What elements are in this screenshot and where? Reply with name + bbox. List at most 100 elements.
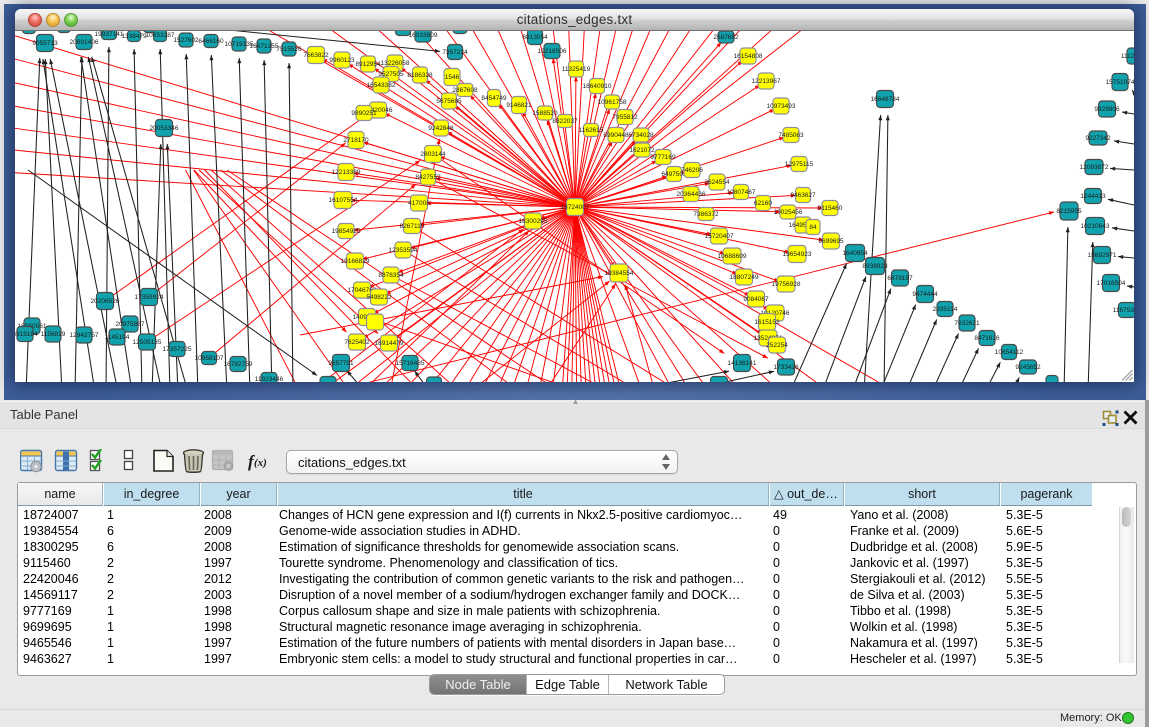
svg-text:1145194: 1145194 [105, 334, 130, 341]
svg-text:19166829: 19166829 [341, 258, 370, 265]
svg-text:8186328: 8186328 [407, 72, 433, 79]
svg-text:9227342: 9227342 [1085, 135, 1111, 142]
svg-text:1244413: 1244413 [1080, 193, 1106, 200]
svg-text:9463627: 9463627 [790, 192, 816, 199]
svg-text:15720407: 15720407 [705, 233, 734, 240]
svg-text:7955812: 7955812 [612, 114, 638, 121]
svg-text:19654923: 19654923 [783, 251, 812, 258]
svg-text:3915184: 3915184 [15, 331, 38, 338]
svg-text:9960123: 9960123 [329, 57, 355, 64]
svg-text:9890251: 9890251 [351, 110, 377, 117]
svg-text:3624554: 3624554 [704, 179, 730, 186]
svg-text:16154808: 16154808 [734, 53, 763, 60]
svg-text:8427552: 8427552 [415, 174, 441, 181]
svg-text:10961758: 10961758 [598, 99, 627, 106]
svg-text:2803144: 2803144 [420, 151, 446, 158]
svg-text:12942757: 12942757 [70, 332, 99, 339]
svg-text:19854925: 19854925 [332, 228, 361, 235]
svg-text:19384554: 19384554 [605, 270, 634, 277]
svg-text:11675335: 11675335 [1113, 307, 1134, 314]
svg-text:1156819: 1156819 [41, 331, 66, 338]
svg-text:1615152: 1615152 [754, 319, 780, 326]
svg-text:17016504: 17016504 [1097, 280, 1126, 287]
svg-text:16782759: 16782759 [224, 361, 253, 368]
svg-text:(x): (x) [254, 457, 267, 469]
svg-text:12505135: 12505135 [133, 339, 162, 346]
svg-text:19937141: 19937141 [95, 31, 124, 38]
svg-text:18300295: 18300295 [519, 218, 548, 225]
svg-text:8215955: 8215955 [1056, 208, 1082, 215]
svg-text:16914479: 16914479 [375, 340, 404, 347]
svg-text:9329906: 9329906 [1094, 106, 1120, 113]
svg-text:1112307: 1112307 [1121, 53, 1134, 60]
svg-text:15692971: 15692971 [1088, 252, 1117, 259]
svg-text:7386372: 7386372 [693, 211, 719, 218]
svg-text:7515526: 7515526 [276, 46, 302, 53]
svg-text:11325419: 11325419 [562, 66, 591, 73]
svg-text:8938923: 8938923 [862, 263, 888, 270]
svg-text:5498222: 5498222 [366, 294, 392, 301]
svg-text:18724007: 18724007 [561, 204, 590, 211]
svg-text:19218506: 19218506 [538, 48, 567, 55]
svg-text:9245652: 9245652 [1015, 364, 1041, 371]
svg-text:15751074: 15751074 [1106, 79, 1134, 86]
svg-text:10025456: 10025456 [774, 209, 803, 216]
svg-text:9242848: 9242848 [428, 125, 454, 132]
svg-text:2718170: 2718170 [343, 137, 369, 144]
svg-text:16107554: 16107554 [329, 197, 358, 204]
svg-text:2935114: 2935114 [933, 306, 958, 313]
svg-text:10807467: 10807467 [727, 189, 756, 196]
svg-text:20364436: 20364436 [677, 191, 706, 198]
svg-text:10210643: 10210643 [1081, 223, 1110, 230]
svg-text:62160: 62160 [754, 200, 772, 207]
svg-text:20053346: 20053346 [150, 125, 179, 132]
svg-text:8454749: 8454749 [481, 95, 507, 102]
svg-text:17359924: 17359924 [135, 294, 164, 301]
svg-text:7632621: 7632621 [954, 320, 980, 327]
svg-text:8912954: 8912954 [355, 61, 381, 68]
svg-text:12353594: 12353594 [389, 247, 418, 254]
svg-text:6466160: 6466160 [198, 38, 224, 45]
svg-text:2867608: 2867608 [452, 87, 478, 94]
svg-text:8878354: 8878354 [378, 272, 404, 279]
svg-text:8322037: 8322037 [552, 118, 578, 125]
svg-text:16543382: 16543382 [367, 82, 396, 89]
svg-text:12975115: 12975115 [785, 161, 814, 168]
svg-text:10654112: 10654112 [995, 349, 1024, 356]
svg-text:1546: 1546 [445, 74, 460, 81]
svg-text:1621072: 1621072 [629, 147, 655, 154]
svg-text:252254: 252254 [766, 342, 788, 349]
svg-text:6879197: 6879197 [887, 275, 913, 282]
svg-text:16033809: 16033809 [409, 32, 438, 39]
svg-text:7485063: 7485063 [778, 132, 804, 139]
svg-text:1527602: 1527602 [173, 37, 199, 44]
svg-text:9474444: 9474444 [912, 291, 938, 298]
svg-text:7625402: 7625402 [344, 339, 370, 346]
svg-text:1733426: 1733426 [773, 364, 799, 371]
svg-text:8990448: 8990448 [603, 132, 629, 139]
svg-text:12213389: 12213389 [332, 169, 361, 176]
svg-text:9055713: 9055713 [32, 40, 58, 47]
svg-text:9699695: 9699695 [818, 238, 844, 245]
svg-text:10653287: 10653287 [146, 32, 175, 39]
svg-text:8267110: 8267110 [400, 223, 425, 230]
svg-text:9115460: 9115460 [818, 205, 843, 212]
svg-text:10973493: 10973493 [767, 103, 796, 110]
svg-text:1640954: 1640954 [842, 250, 868, 257]
svg-text:20975887: 20975887 [116, 321, 145, 328]
svg-text:15716485: 15716485 [396, 360, 425, 367]
svg-text:10958107: 10958107 [195, 355, 224, 362]
svg-text:20206526: 20206526 [91, 298, 120, 305]
svg-text:17357225: 17357225 [163, 346, 192, 353]
svg-text:18807249: 18807249 [730, 274, 759, 281]
svg-text:9777169: 9777169 [650, 154, 676, 161]
svg-text:19756928: 19756928 [772, 281, 801, 288]
svg-text:1338479: 1338479 [121, 33, 147, 40]
svg-text:1588520: 1588520 [532, 110, 558, 117]
svg-text:12093872: 12093872 [1080, 164, 1109, 171]
svg-text:746206: 746206 [681, 167, 703, 174]
svg-text:16648784: 16648784 [871, 96, 900, 103]
svg-text:9657791: 9657791 [328, 360, 354, 367]
svg-text:9084067: 9084067 [743, 296, 769, 303]
svg-text:2687682: 2687682 [713, 34, 739, 41]
